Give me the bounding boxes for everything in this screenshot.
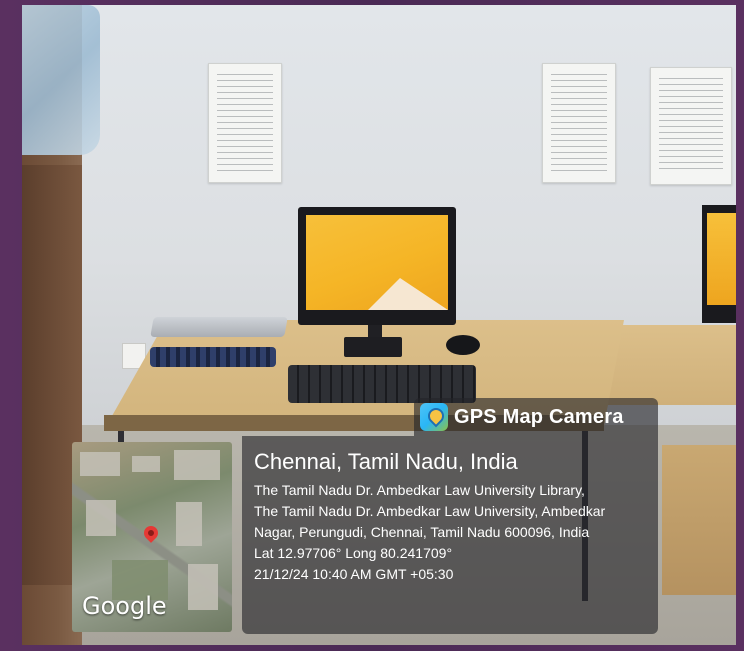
- location-details: Chennai, Tamil Nadu, India The Tamil Nad…: [242, 436, 658, 634]
- desk-shelf: [662, 445, 736, 595]
- braille-keyboard: [150, 347, 276, 367]
- gps-brand-bar: GPS Map Camera: [414, 398, 658, 436]
- map-pin-icon: [141, 523, 161, 543]
- brand-label: GPS Map Camera: [454, 405, 624, 428]
- braille-display: [150, 317, 288, 337]
- monitor: [298, 207, 456, 325]
- address-line: The Tamil Nadu Dr. Ambedkar Law Universi…: [254, 482, 585, 498]
- wall-poster: [208, 63, 282, 183]
- map-thumbnail: Google: [72, 442, 232, 632]
- address-line: The Tamil Nadu Dr. Ambedkar Law Universi…: [254, 503, 606, 519]
- coordinates: Lat 12.97706° Long 80.241709°: [254, 545, 453, 561]
- mouse: [446, 335, 480, 355]
- address-line: Nagar, Perungudi, Chennai, Tamil Nadu 60…: [254, 524, 590, 540]
- google-watermark: Google: [82, 592, 167, 620]
- monitor-screen: [306, 215, 448, 310]
- monitor-base: [344, 337, 402, 357]
- gps-map-camera-icon: [420, 403, 448, 431]
- gps-info-panel: Google Chennai, Tamil Nadu, India The Ta…: [72, 436, 658, 634]
- location-city: Chennai, Tamil Nadu, India: [254, 449, 518, 474]
- wall-poster: [542, 63, 616, 183]
- side-monitor: [702, 205, 736, 323]
- timestamp: 21/12/24 10:40 AM GMT +05:30: [254, 566, 454, 582]
- wall-poster: [650, 67, 732, 185]
- plastic-covered-item: [22, 5, 100, 155]
